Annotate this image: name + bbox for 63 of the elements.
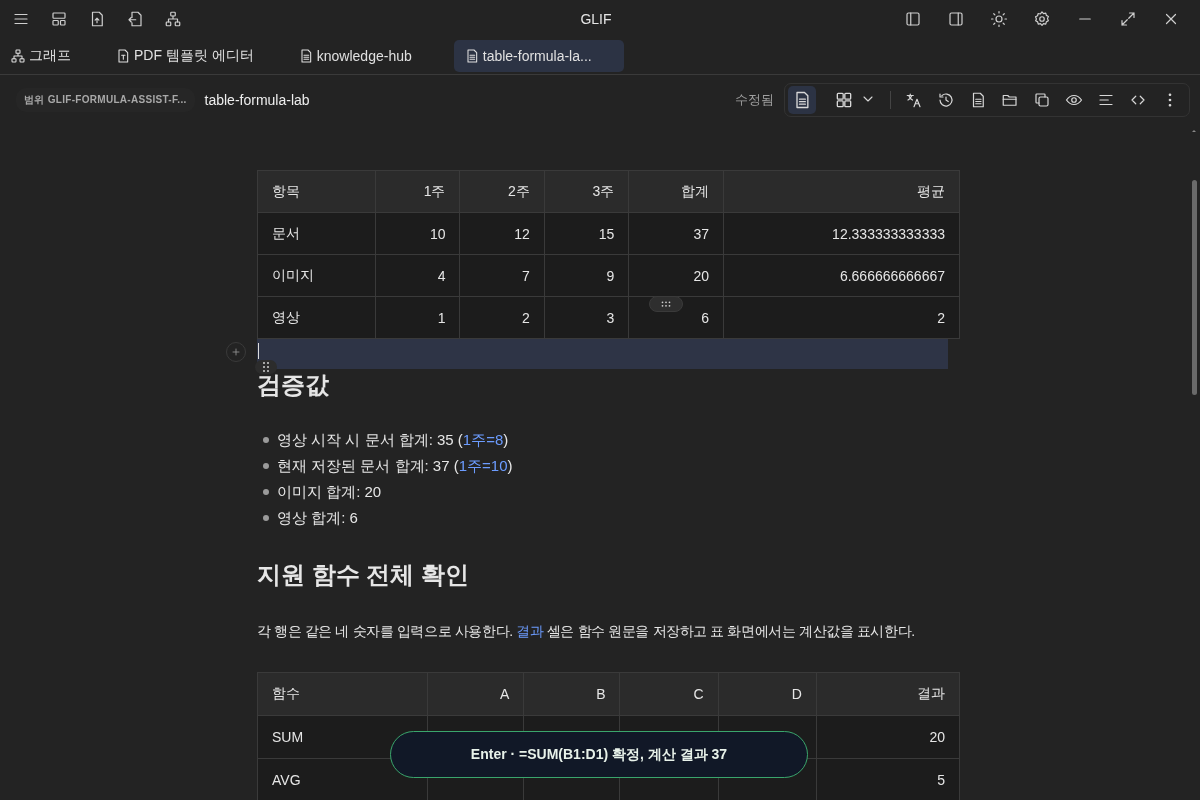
drag-handle-icon[interactable]	[255, 360, 277, 374]
tab[interactable]: knowledge-hub	[295, 39, 414, 72]
table-cell: 20	[628, 254, 724, 297]
column-header: 평균	[723, 170, 960, 213]
column-header: 항목	[257, 170, 376, 213]
table-cell: 10	[375, 212, 460, 255]
table-cell: 37	[628, 212, 724, 255]
table-cell: 7	[459, 254, 545, 297]
list-text: 영상 시작 시 문서 합계: 35 (1주=8)	[277, 430, 509, 450]
tab[interactable]: PDF 템플릿 에디터	[113, 39, 256, 72]
section-heading: 검증값	[257, 371, 330, 399]
tab[interactable]: 그래프	[8, 39, 73, 72]
plus-icon	[230, 346, 242, 358]
bullet-icon	[263, 437, 269, 443]
table-cell: 12	[459, 212, 545, 255]
translate-icon[interactable]	[905, 91, 923, 109]
table-cell: 2	[459, 296, 545, 339]
table-cell: 1	[375, 296, 460, 339]
table-cell: 4	[375, 254, 460, 297]
list-text: 이미지 합계: 20	[277, 482, 382, 502]
column-handle-icon[interactable]	[649, 296, 683, 312]
table-cell: 2	[723, 296, 960, 339]
paragraph: 각 행은 같은 네 숫자를 입력으로 사용한다. 결과 셀은 함수 원문을 저장하고 표 화면에서는 계산값을 표시한다.	[257, 622, 915, 641]
column-header: 합계	[628, 170, 724, 213]
table-cell: 12.333333333333	[723, 212, 960, 255]
column-header: B	[523, 672, 620, 716]
history-icon[interactable]	[937, 91, 955, 109]
grid-icon	[834, 90, 854, 110]
table-cell: 9	[544, 254, 629, 297]
column-header: 1주	[375, 170, 460, 213]
column-header: 함수	[257, 672, 428, 716]
table-cell: 문서	[257, 212, 376, 255]
column-header: 결과	[816, 672, 960, 716]
table-cell: 이미지	[257, 254, 376, 297]
document-title: table-formula-lab	[204, 92, 310, 108]
file-icon	[115, 47, 131, 64]
table-cell: 15	[544, 212, 629, 255]
table-cell: 6.666666666667	[723, 254, 960, 297]
section-heading: 지원 함수 전체 확인	[257, 561, 470, 589]
column-header: 2주	[459, 170, 545, 213]
column-header: A	[427, 672, 524, 716]
bullet-icon	[263, 515, 269, 521]
link[interactable]: 1주=10	[458, 456, 508, 474]
table-cell: 20	[816, 715, 960, 759]
column-header: C	[619, 672, 719, 716]
copy-icon[interactable]	[1033, 91, 1051, 109]
table-cell: 3	[544, 296, 629, 339]
list-text: 영상 합계: 6	[277, 508, 358, 528]
toast: Enter · =SUM(B1:D1) 확정, 계산 결과 37	[390, 731, 808, 778]
status-text: 수정됨	[735, 91, 774, 109]
column-header: 3주	[544, 170, 629, 213]
bullet-icon	[263, 463, 269, 469]
table-cell: 5	[816, 758, 960, 800]
graph-icon	[10, 47, 26, 64]
list-text: 현재 저장된 문서 합계: 37 (1주=10)	[277, 456, 513, 476]
window-title: GLIF	[580, 10, 612, 27]
table-cell: 영상	[257, 296, 376, 339]
link[interactable]: 1주=8	[462, 430, 504, 448]
view-mode-button[interactable]	[788, 86, 816, 114]
bullet-icon	[263, 489, 269, 495]
link[interactable]: 결과	[516, 623, 544, 639]
column-header: D	[718, 672, 817, 716]
tab[interactable]: table-formula-la...	[453, 39, 624, 72]
